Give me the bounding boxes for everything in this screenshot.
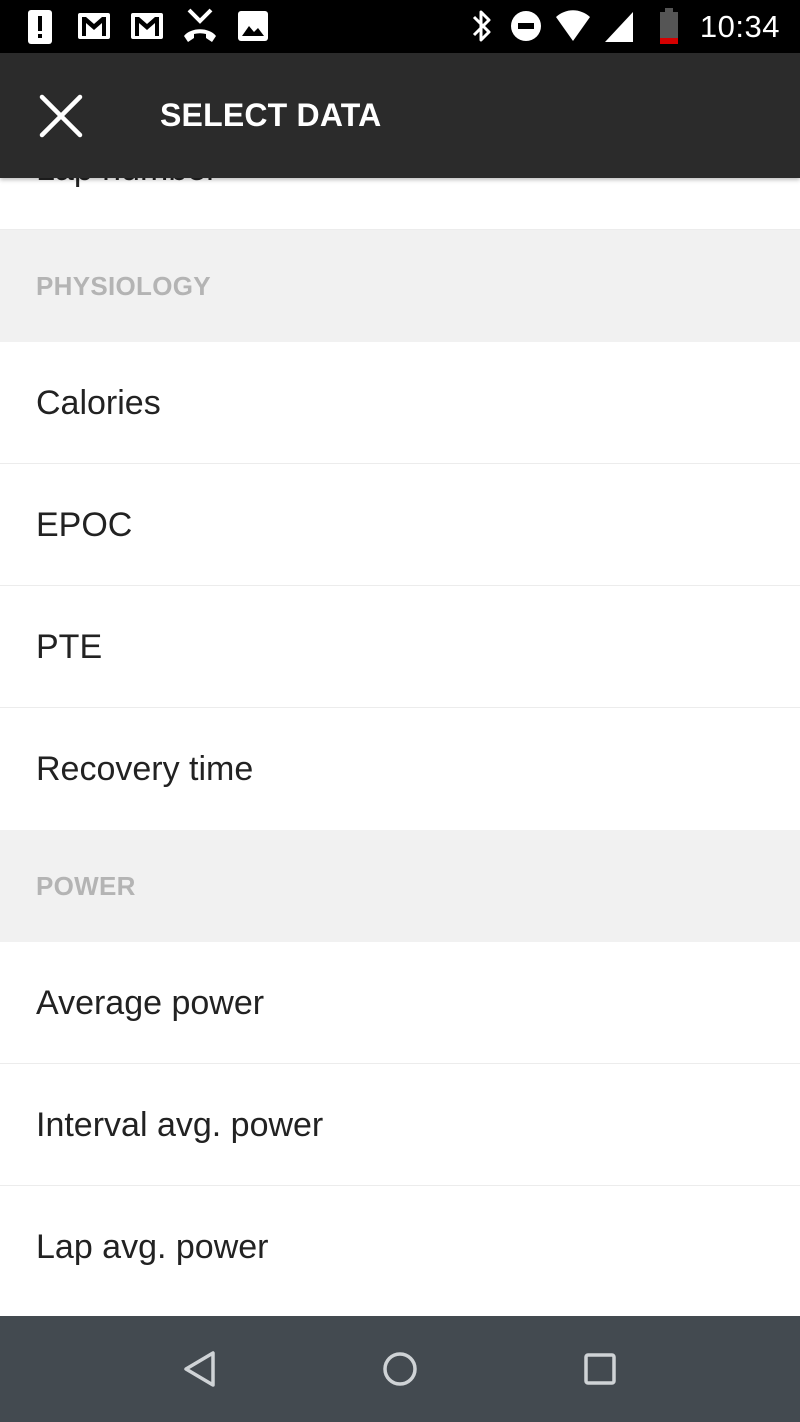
home-icon: [383, 1352, 417, 1386]
back-icon: [184, 1351, 215, 1387]
close-icon: [39, 94, 83, 138]
list-item-label: Average power: [36, 984, 265, 1022]
list-item-label: Recovery time: [36, 750, 254, 788]
section-header-physiology: PHYSIOLOGY: [0, 230, 800, 342]
list-item-pte[interactable]: PTE: [0, 586, 800, 708]
section-header-power: POWER: [0, 830, 800, 942]
list-item-label: Lap number: [36, 178, 217, 188]
gmail-icon: [131, 13, 163, 39]
list-item-lap-number[interactable]: Lap number: [0, 178, 800, 230]
list-item-label: Interval avg. power: [36, 1106, 324, 1144]
battery-low-icon: [660, 8, 678, 44]
list-item-epoc[interactable]: EPOC: [0, 464, 800, 586]
alert-icon: [28, 10, 52, 44]
bluetooth-icon: [472, 10, 491, 42]
back-button[interactable]: [170, 1339, 230, 1399]
app-bar: SELECT DATA: [0, 53, 800, 178]
screen: 10:34 SELECT DATA Lap number PHYSIOLOGY …: [0, 0, 800, 1422]
list-item-label: Lap avg. power: [36, 1228, 269, 1266]
list-item-label: Calories: [36, 384, 161, 422]
page-title: SELECT DATA: [160, 97, 382, 133]
gmail-icon: [78, 13, 110, 39]
status-bar: 10:34: [0, 0, 800, 53]
navigation-bar: [0, 1316, 800, 1422]
missed-call-icon: [184, 8, 216, 42]
list-item-recovery-time[interactable]: Recovery time: [0, 708, 800, 830]
close-button[interactable]: [26, 81, 96, 151]
list-item-lap-avg-power[interactable]: Lap avg. power: [0, 1186, 800, 1308]
data-list-content: Lap number PHYSIOLOGY Calories EPOC PTE …: [0, 178, 800, 1308]
list-item-calories[interactable]: Calories: [0, 342, 800, 464]
list-item-interval-avg-power[interactable]: Interval avg. power: [0, 1064, 800, 1186]
wifi-icon: [556, 10, 590, 41]
section-header-label: POWER: [36, 871, 136, 901]
list-item-average-power[interactable]: Average power: [0, 942, 800, 1064]
home-button[interactable]: [370, 1339, 430, 1399]
recents-icon: [584, 1353, 616, 1385]
list-item-label: EPOC: [36, 506, 133, 544]
recents-button[interactable]: [570, 1339, 630, 1399]
cell-signal-icon: [605, 12, 633, 42]
section-header-label: PHYSIOLOGY: [36, 271, 211, 301]
status-clock: 10:34: [699, 9, 780, 44]
list-item-label: PTE: [36, 628, 103, 666]
data-list[interactable]: Lap number PHYSIOLOGY Calories EPOC PTE …: [0, 178, 800, 1316]
image-icon: [238, 11, 268, 41]
do-not-disturb-icon: [511, 11, 541, 41]
